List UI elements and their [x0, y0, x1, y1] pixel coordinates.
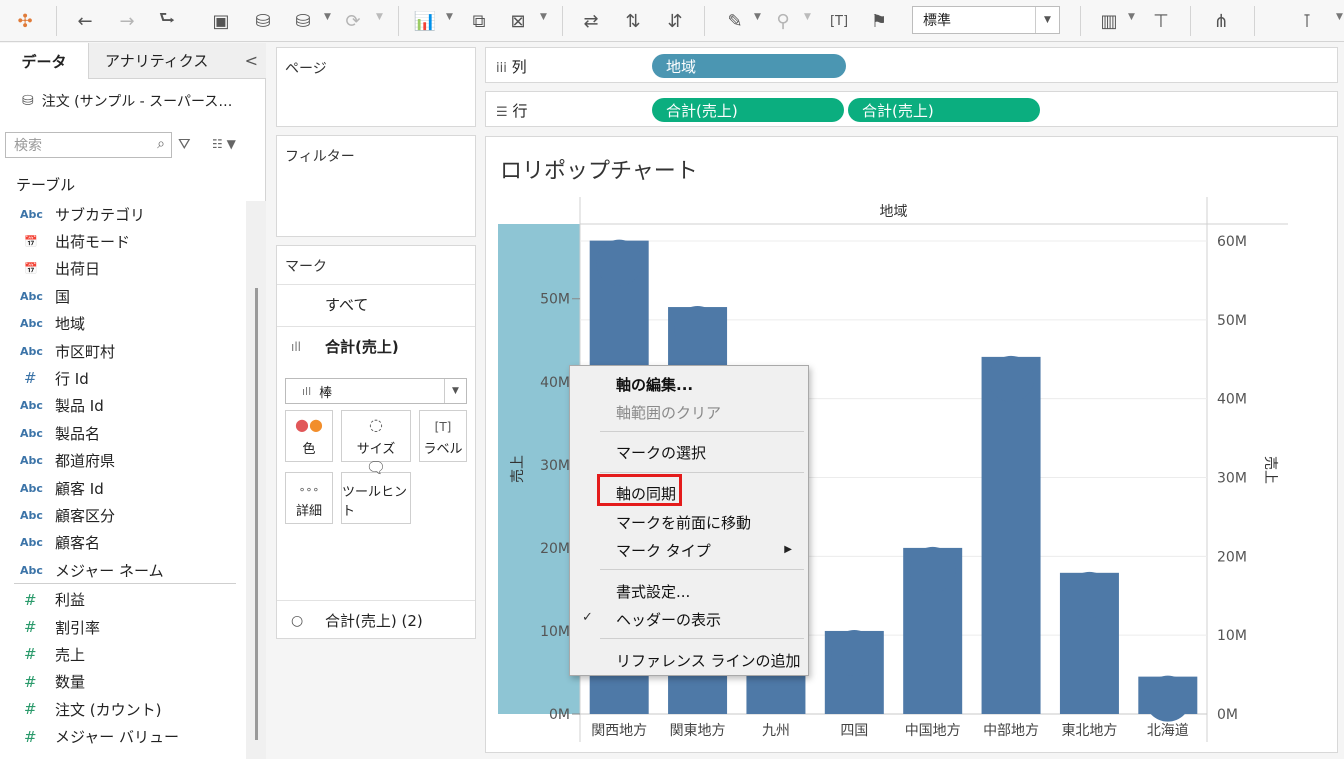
check-icon: ✓ [582, 610, 593, 625]
menu-separator [600, 431, 804, 432]
category-label: 北海道 [1147, 723, 1189, 739]
column-header-label: 地域 [880, 204, 908, 220]
menu-edit-axis[interactable]: 軸の編集... [616, 374, 693, 395]
category-label: 四国 [840, 723, 868, 739]
right-axis-tick-label: 40M [1217, 392, 1247, 408]
menu-separator [600, 638, 804, 639]
lollipop-circle [596, 239, 643, 286]
left-axis-tick-label: 40M [540, 375, 570, 391]
menu-add-reference-line[interactable]: リファレンス ラインの追加 [616, 650, 800, 671]
left-axis-tick-label: 30M [540, 458, 570, 474]
menu-format[interactable]: 書式設定... [616, 581, 690, 602]
menu-clear-axis-range[interactable]: 軸範囲のクリア [616, 402, 721, 423]
lollipop-circle [988, 355, 1035, 402]
bar [981, 356, 1041, 714]
lollipop-circle [909, 546, 956, 593]
left-axis-tick-label: 20M [540, 541, 570, 557]
right-axis-tick-label: 0M [1217, 707, 1238, 723]
lollipop-circle [831, 629, 878, 676]
annotation-highlight-box [597, 474, 682, 506]
category-label: 中部地方 [983, 723, 1039, 739]
axis-context-menu: 軸の編集... 軸範囲のクリア マークの選択 軸の同期 マークを前面に移動 マー… [569, 365, 809, 676]
category-label: 中国地方 [905, 723, 961, 739]
right-axis-tick-label: 10M [1217, 628, 1247, 644]
lollipop-circle [1066, 571, 1113, 618]
lollipop-circle [674, 306, 721, 353]
menu-separator [600, 569, 804, 570]
category-label: 東北地方 [1061, 723, 1117, 739]
left-axis-tick-label: 0M [549, 707, 570, 723]
menu-move-marks-front[interactable]: マークを前面に移動 [616, 512, 751, 533]
menu-mark-type[interactable]: マーク タイプ [616, 540, 711, 561]
submenu-arrow-icon: ▶ [784, 544, 792, 555]
right-axis-tick-label: 20M [1217, 549, 1247, 565]
right-axis-tick-label: 50M [1217, 313, 1247, 329]
right-axis-tick-label: 30M [1217, 471, 1247, 487]
left-axis-title: 売上 [510, 455, 526, 483]
right-axis-tick-label: 60M [1217, 234, 1247, 250]
menu-show-header[interactable]: ヘッダーの表示 [616, 609, 721, 630]
left-axis-tick-label: 10M [540, 624, 570, 640]
category-label: 関東地方 [670, 723, 726, 739]
right-axis-title: 売上 [1262, 456, 1278, 484]
menu-separator [600, 472, 804, 473]
left-axis-tick-label: 50M [540, 292, 570, 308]
lollipop-circle [1144, 675, 1191, 722]
category-label: 九州 [762, 723, 790, 739]
category-label: 関西地方 [591, 723, 647, 739]
menu-select-marks[interactable]: マークの選択 [616, 442, 706, 463]
